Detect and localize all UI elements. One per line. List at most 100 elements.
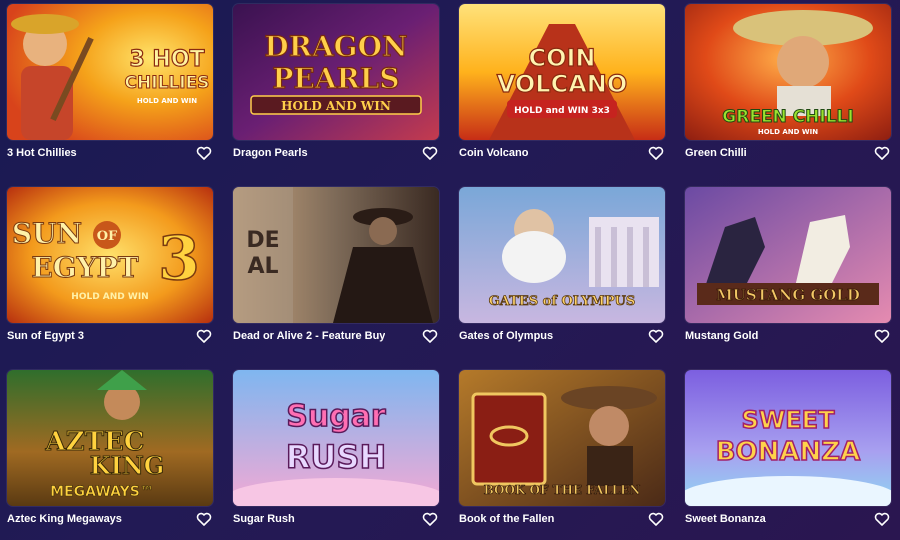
art-text: HOLD AND WIN: [758, 128, 818, 136]
game-card-sugar-rush[interactable]: Sugar RUSH Sugar Rush: [233, 370, 439, 540]
game-meta: Sun of Egypt 3: [7, 327, 213, 345]
art-text: CHILLIES: [125, 73, 210, 93]
game-thumbnail[interactable]: BOOK OF THE FALLEN: [459, 370, 665, 506]
art-text: AL: [247, 254, 278, 279]
game-title[interactable]: Dragon Pearls: [233, 147, 308, 159]
game-art: BOOK OF THE FALLEN: [459, 370, 665, 506]
game-grid: 3 HOT CHILLIES HOLD AND WIN 3 Hot Chilli…: [7, 4, 891, 540]
art-text: HOLD AND WIN: [281, 99, 391, 113]
game-thumbnail[interactable]: DRAGON PEARLS HOLD AND WIN: [233, 4, 439, 140]
art-text: MUSTANG GOLD: [716, 286, 860, 304]
art-text: EGYPT: [31, 251, 138, 284]
game-meta: Gates of Olympus: [459, 327, 665, 345]
art-text: RUSH: [286, 438, 386, 476]
game-title[interactable]: 3 Hot Chillies: [7, 147, 77, 159]
art-text: BONANZA: [716, 437, 861, 467]
game-meta: Aztec King Megaways: [7, 510, 213, 528]
art-text: COIN: [528, 44, 595, 72]
game-art: DE AL: [233, 187, 439, 323]
game-card-sun-of-egypt-3[interactable]: SUN OF EGYPT 3 HOLD AND WIN Sun of Egypt…: [7, 187, 213, 370]
art-text: KING: [90, 451, 165, 480]
game-art: MUSTANG GOLD: [685, 187, 891, 323]
game-title[interactable]: Sun of Egypt 3: [7, 330, 84, 342]
heart-outline-icon[interactable]: [196, 328, 212, 344]
heart-outline-icon[interactable]: [196, 511, 212, 527]
game-title[interactable]: Gates of Olympus: [459, 330, 553, 342]
game-card-dead-or-alive-2[interactable]: DE AL Dead or Alive 2 - Feature Buy: [233, 187, 439, 370]
game-art: COIN VOLCANO HOLD and WIN 3x3: [459, 4, 665, 140]
game-thumbnail[interactable]: Sugar RUSH: [233, 370, 439, 506]
game-card-gates-of-olympus[interactable]: GATES of OLYMPUS Gates of Olympus: [459, 187, 665, 370]
game-art: 3 HOT CHILLIES HOLD AND WIN: [7, 4, 213, 140]
game-meta: Mustang Gold: [685, 327, 891, 345]
game-art: GATES of OLYMPUS: [459, 187, 665, 323]
game-title[interactable]: Aztec King Megaways: [7, 513, 122, 525]
art-text: DRAGON: [264, 30, 407, 63]
game-card-book-of-the-fallen[interactable]: BOOK OF THE FALLEN Book of the Fallen: [459, 370, 665, 540]
heart-outline-icon[interactable]: [648, 328, 664, 344]
game-title[interactable]: Dead or Alive 2 - Feature Buy: [233, 330, 385, 342]
art-text: VOLCANO: [497, 70, 628, 98]
game-meta: 3 Hot Chillies: [7, 144, 213, 162]
heart-outline-icon[interactable]: [874, 328, 890, 344]
art-text: PEARLS: [272, 62, 399, 95]
heart-outline-icon[interactable]: [648, 511, 664, 527]
art-text: OF: [97, 229, 118, 244]
art-text: GREEN CHILLI: [722, 107, 853, 127]
game-art: SUN OF EGYPT 3 HOLD AND WIN: [7, 187, 213, 323]
art-text: DE: [246, 228, 279, 253]
heart-outline-icon[interactable]: [874, 145, 890, 161]
game-title[interactable]: Mustang Gold: [685, 330, 758, 342]
game-thumbnail[interactable]: SWEET BONANZA: [685, 370, 891, 506]
game-meta: Green Chilli: [685, 144, 891, 162]
art-text: MEGAWAYS™: [50, 484, 154, 500]
game-title[interactable]: Green Chilli: [685, 147, 747, 159]
heart-outline-icon[interactable]: [874, 511, 890, 527]
game-thumbnail[interactable]: 3 HOT CHILLIES HOLD AND WIN: [7, 4, 213, 140]
game-title[interactable]: Book of the Fallen: [459, 513, 554, 525]
game-title[interactable]: Sugar Rush: [233, 513, 295, 525]
game-meta: Sweet Bonanza: [685, 510, 891, 528]
game-thumbnail[interactable]: GREEN CHILLI HOLD AND WIN: [685, 4, 891, 140]
art-text: Sugar: [286, 399, 386, 434]
game-card-aztec-king-megaways[interactable]: AZTEC KING MEGAWAYS™ Aztec King Megaways: [7, 370, 213, 540]
game-meta: Book of the Fallen: [459, 510, 665, 528]
game-card-green-chilli[interactable]: GREEN CHILLI HOLD AND WIN Green Chilli: [685, 4, 891, 187]
game-thumbnail[interactable]: AZTEC KING MEGAWAYS™: [7, 370, 213, 506]
game-thumbnail[interactable]: SUN OF EGYPT 3 HOLD AND WIN: [7, 187, 213, 323]
game-title[interactable]: Coin Volcano: [459, 147, 528, 159]
art-text: GATES of OLYMPUS: [489, 294, 636, 309]
heart-outline-icon[interactable]: [648, 145, 664, 161]
heart-outline-icon[interactable]: [422, 328, 438, 344]
game-card-dragon-pearls[interactable]: DRAGON PEARLS HOLD AND WIN Dragon Pearls: [233, 4, 439, 187]
heart-outline-icon[interactable]: [422, 511, 438, 527]
game-art: DRAGON PEARLS HOLD AND WIN: [233, 4, 439, 140]
game-meta: Dragon Pearls: [233, 144, 439, 162]
game-art: Sugar RUSH: [233, 370, 439, 506]
game-card-coin-volcano[interactable]: COIN VOLCANO HOLD and WIN 3x3 Coin Volca…: [459, 4, 665, 187]
art-text: HOLD AND WIN: [137, 97, 197, 105]
art-text: BOOK OF THE FALLEN: [484, 483, 641, 497]
game-card-mustang-gold[interactable]: MUSTANG GOLD Mustang Gold: [685, 187, 891, 370]
game-meta: Sugar Rush: [233, 510, 439, 528]
game-thumbnail[interactable]: DE AL: [233, 187, 439, 323]
game-thumbnail[interactable]: COIN VOLCANO HOLD and WIN 3x3: [459, 4, 665, 140]
heart-outline-icon[interactable]: [196, 145, 212, 161]
game-card-sweet-bonanza[interactable]: SWEET BONANZA Sweet Bonanza: [685, 370, 891, 540]
game-meta: Dead or Alive 2 - Feature Buy: [233, 327, 439, 345]
heart-outline-icon[interactable]: [422, 145, 438, 161]
art-text: 3: [158, 224, 200, 294]
game-art: SWEET BONANZA: [685, 370, 891, 506]
game-thumbnail[interactable]: GATES of OLYMPUS: [459, 187, 665, 323]
game-thumbnail[interactable]: MUSTANG GOLD: [685, 187, 891, 323]
game-card-3-hot-chillies[interactable]: 3 HOT CHILLIES HOLD AND WIN 3 Hot Chilli…: [7, 4, 213, 187]
art-text: 3 HOT: [129, 47, 204, 72]
art-text: HOLD AND WIN: [71, 292, 148, 302]
art-text: SUN: [12, 217, 82, 250]
art-text: SWEET: [742, 406, 836, 434]
game-title[interactable]: Sweet Bonanza: [685, 513, 766, 525]
game-meta: Coin Volcano: [459, 144, 665, 162]
game-art: GREEN CHILLI HOLD AND WIN: [685, 4, 891, 140]
art-text: HOLD and WIN 3x3: [514, 106, 610, 116]
game-art: AZTEC KING MEGAWAYS™: [7, 370, 213, 506]
